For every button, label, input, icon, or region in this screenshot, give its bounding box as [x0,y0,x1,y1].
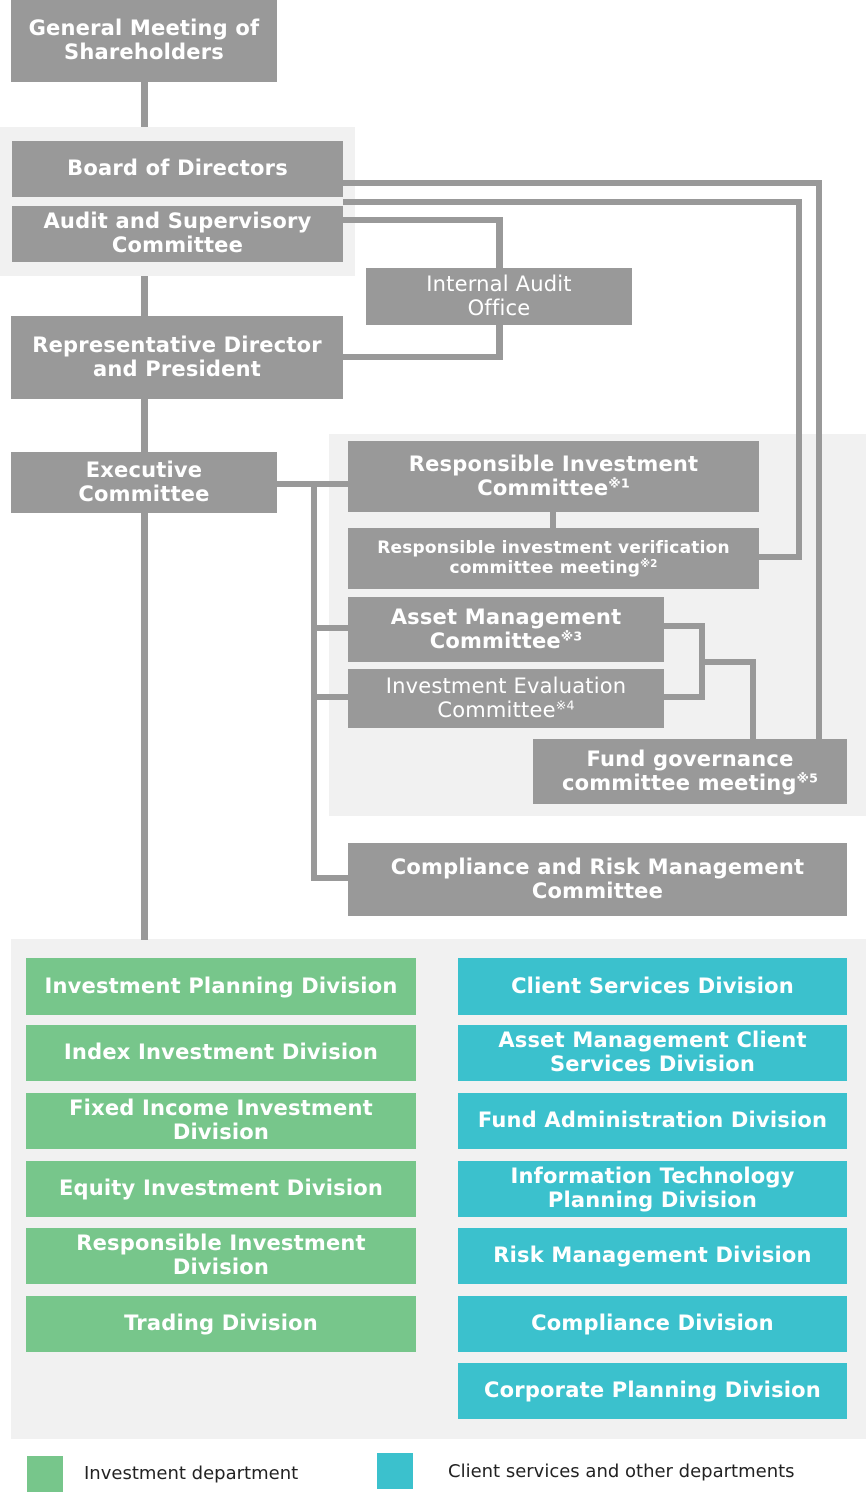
client-division-label: Fund Administration Division [477,1108,828,1133]
connector-audit-verification-h [343,199,802,205]
ri-committee-text: Responsible Investment Committee※1 [354,451,753,500]
client-division-box: Client Services Division [458,958,847,1015]
connector-audit-internal-v [496,217,503,269]
connector-branch-compliance-h [311,875,348,881]
connector-branch-asset-h [311,625,348,631]
investment-division-box: Investment Planning Division [26,958,416,1015]
client-division-label: Client Services Division [511,973,794,998]
client-division-box: Risk Management Division [458,1228,847,1284]
connector-general-board [141,82,148,127]
board-of-directors-box: Board of Directors [12,141,343,197]
investment-division-label: Trading Division [124,1311,318,1336]
client-division-box: Information Technology Planning Division [458,1161,847,1217]
audit-committee-box: Audit and Supervisory Committee [12,206,343,262]
ri-verification-box: Responsible investment verification comm… [348,528,759,589]
investment-division-box: Index Investment Division [26,1025,416,1081]
compliance-risk-label: Compliance and Risk Management Committee [390,854,805,903]
asset-management-note: ※3 [560,627,583,643]
ri-committee-note: ※1 [608,474,630,490]
investment-evaluation-note: ※4 [555,696,575,712]
investment-division-box: Equity Investment Division [26,1161,416,1217]
connector-bracket-fund-h [699,659,756,665]
ri-committee-label: Responsible Investment Committee [408,451,699,500]
ri-verification-text: Responsible investment verification comm… [354,539,753,577]
president-box: Representative Director and President [11,316,343,399]
executive-committee-box: Executive Committee [11,452,277,513]
asset-management-text: Asset Management Committee※3 [354,604,658,653]
fund-governance-text: Fund governance committee meeting※5 [539,746,841,795]
connector-audit-verification-v [796,199,802,560]
audit-committee-label: Audit and Supervisory Committee [43,209,312,257]
client-division-label: Information Technology Planning Division [510,1164,795,1212]
connector-board-fund-governance-h [343,180,822,186]
connector-asset-bracket-h2 [664,694,705,700]
client-division-label: Risk Management Division [493,1243,812,1268]
client-division-label: Compliance Division [531,1311,774,1336]
fund-governance-label: Fund governance committee meeting [561,746,797,795]
legend-swatch-investment [27,1456,63,1492]
compliance-risk-committee-box: Compliance and Risk Management Committee [348,843,847,916]
investment-division-box: Fixed Income Investment Division [26,1093,416,1149]
investment-division-box: Trading Division [26,1296,416,1352]
investment-division-label: Responsible Investment Division [76,1231,366,1279]
connector-bracket-fund-v [750,659,756,739]
general-meeting-label: General Meeting of Shareholders [28,16,260,64]
investment-division-label: Fixed Income Investment Division [69,1096,373,1144]
asset-management-committee-box: Asset Management Committee※3 [348,597,664,662]
client-division-label: Asset Management Client Services Divisio… [498,1028,807,1076]
investment-evaluation-label: Investment Evaluation Committee [385,673,627,722]
client-division-box: Fund Administration Division [458,1093,847,1149]
connector-ri-verification-v [550,512,556,528]
investment-division-box: Responsible Investment Division [26,1228,416,1284]
ri-verification-note: ※2 [640,558,658,570]
investment-evaluation-text: Investment Evaluation Committee※4 [354,673,658,722]
executive-label: Executive Committee [78,457,210,506]
fund-governance-box: Fund governance committee meeting※5 [533,739,847,804]
connector-executive-divisions [141,513,148,940]
president-label: Representative Director and President [32,332,322,381]
client-division-box: Compliance Division [458,1296,847,1352]
connector-board-president [141,276,148,316]
connector-president-executive [141,399,148,452]
investment-division-label: Investment Planning Division [44,973,398,998]
connector-audit-internal-h [343,217,503,223]
ri-verification-label: Responsible investment verification comm… [377,538,730,578]
general-meeting-box: General Meeting of Shareholders [11,0,277,82]
legend-label-client-services: Client services and other departments [448,1461,795,1482]
internal-audit-box: Internal Audit Office [366,268,632,325]
internal-audit-label: Internal Audit Office [426,271,572,320]
investment-division-label: Index Investment Division [63,1040,379,1065]
connector-executive-branch-v [311,481,317,881]
asset-management-label: Asset Management Committee [390,604,622,653]
responsible-investment-committee-box: Responsible Investment Committee※1 [348,441,759,512]
connector-board-fund-governance-v [816,180,822,739]
client-division-label: Corporate Planning Division [484,1378,821,1403]
client-division-box: Corporate Planning Division [458,1363,847,1419]
fund-governance-note: ※5 [796,769,819,785]
connector-audit-verification-h2 [759,554,802,560]
legend-swatch-client-services [377,1453,413,1489]
client-division-box: Asset Management Client Services Divisio… [458,1025,847,1081]
legend-label-investment: Investment department [84,1463,299,1484]
connector-internal-president-h [343,354,503,360]
investment-evaluation-committee-box: Investment Evaluation Committee※4 [348,669,664,728]
investment-division-label: Equity Investment Division [58,1176,383,1201]
connector-branch-evaluation-h [311,694,348,700]
board-label: Board of Directors [67,156,288,181]
